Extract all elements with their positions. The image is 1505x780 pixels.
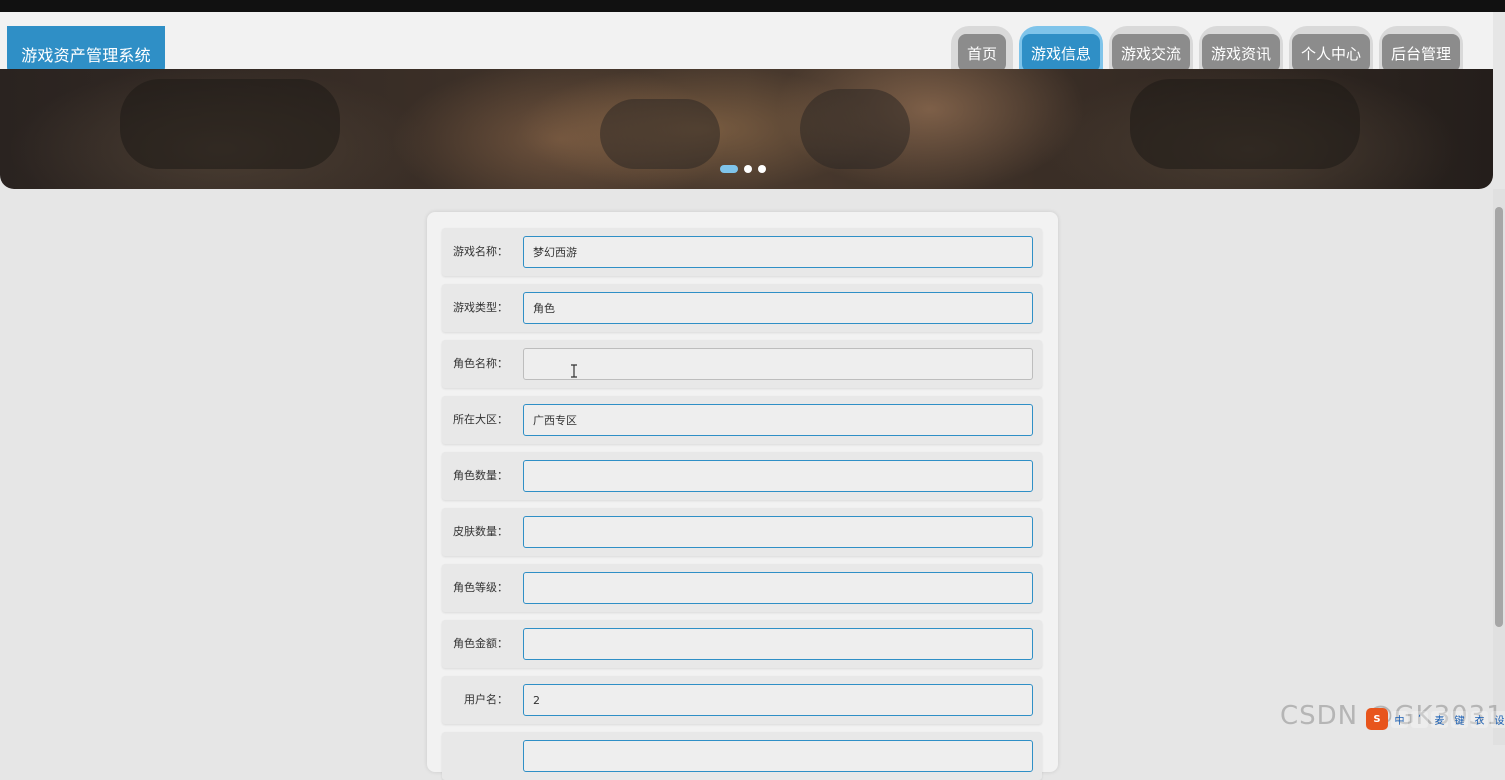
field-label: 所在大区： <box>453 413 508 426</box>
ime-chinese-icon[interactable]: 中 <box>1391 710 1408 728</box>
site-header: 游戏资产管理系统 首页 游戏信息 游戏交流 游戏资讯 个人中心 后台管理 <box>0 12 1493 81</box>
nav-tab-label: 首页 <box>957 34 1006 72</box>
form-row-region: 所在大区： <box>442 396 1042 444</box>
form-row-role-count: 角色数量： <box>442 452 1042 500</box>
text-cursor-icon <box>571 364 577 378</box>
nav-tab-label: 游戏交流 <box>1111 34 1190 72</box>
banner-figure <box>600 99 720 169</box>
role-name-input[interactable] <box>523 348 1033 380</box>
form-row-game-name: 游戏名称： <box>442 228 1042 276</box>
username-input[interactable] <box>523 684 1033 716</box>
banner-figure <box>800 89 910 169</box>
nav-tab-label: 游戏资讯 <box>1201 34 1280 72</box>
nav-tab-label: 后台管理 <box>1381 34 1460 72</box>
carousel-dots <box>720 165 766 173</box>
field-label: 角色等级： <box>453 581 508 594</box>
form-row-role-level: 角色等级： <box>442 564 1042 612</box>
banner-motorbike-left <box>120 79 340 169</box>
field-label: 皮肤数量： <box>453 525 508 538</box>
ime-mic-icon[interactable]: 麦 <box>1431 710 1448 728</box>
field-label: 角色名称： <box>453 357 508 370</box>
form-row-next <box>442 732 1042 780</box>
region-input[interactable] <box>523 404 1033 436</box>
game-info-form: 游戏名称： 游戏类型： 角色名称： 所在大区： 角色数量： 皮肤数量： 角色等级… <box>427 212 1058 780</box>
game-name-input[interactable] <box>523 236 1033 268</box>
field-label: 角色金额： <box>453 637 508 650</box>
field-label: 用户名： <box>464 693 508 706</box>
form-row-game-type: 游戏类型： <box>442 284 1042 332</box>
nav-tab-label: 游戏信息 <box>1021 34 1100 72</box>
form-row-role-name: 角色名称： <box>442 340 1042 388</box>
skin-count-input[interactable] <box>523 516 1033 548</box>
ime-settings-icon[interactable]: 设 <box>1491 710 1505 728</box>
role-level-input[interactable] <box>523 572 1033 604</box>
form-row-role-amount: 角色金额： <box>442 620 1042 668</box>
game-type-input[interactable] <box>523 292 1033 324</box>
banner-carousel <box>0 69 1493 189</box>
scrollbar-thumb[interactable] <box>1495 207 1503 627</box>
page-scrollbar[interactable] <box>1493 189 1505 745</box>
banner-motorbike-right <box>1130 79 1360 169</box>
carousel-dot[interactable] <box>758 165 766 173</box>
sogou-logo-icon[interactable]: S <box>1366 708 1388 730</box>
ime-skin-icon[interactable]: 衣 <box>1471 710 1488 728</box>
role-amount-input[interactable] <box>523 628 1033 660</box>
ime-punct-icon[interactable]: ʼ <box>1411 710 1428 728</box>
carousel-dot-active[interactable] <box>720 165 738 173</box>
field-label: 游戏名称： <box>453 245 508 258</box>
form-row-skin-count: 皮肤数量： <box>442 508 1042 556</box>
nav-tab-label: 个人中心 <box>1291 34 1370 72</box>
ime-keyboard-icon[interactable]: 键 <box>1451 710 1468 728</box>
window-top-edge <box>0 0 1505 12</box>
field-label: 角色数量： <box>453 469 508 482</box>
ime-toolbar: S 中 ʼ 麦 键 衣 设 <box>1366 708 1505 730</box>
field-label: 游戏类型： <box>453 301 508 314</box>
carousel-dot[interactable] <box>744 165 752 173</box>
form-row-username: 用户名： <box>442 676 1042 724</box>
role-count-input[interactable] <box>523 460 1033 492</box>
